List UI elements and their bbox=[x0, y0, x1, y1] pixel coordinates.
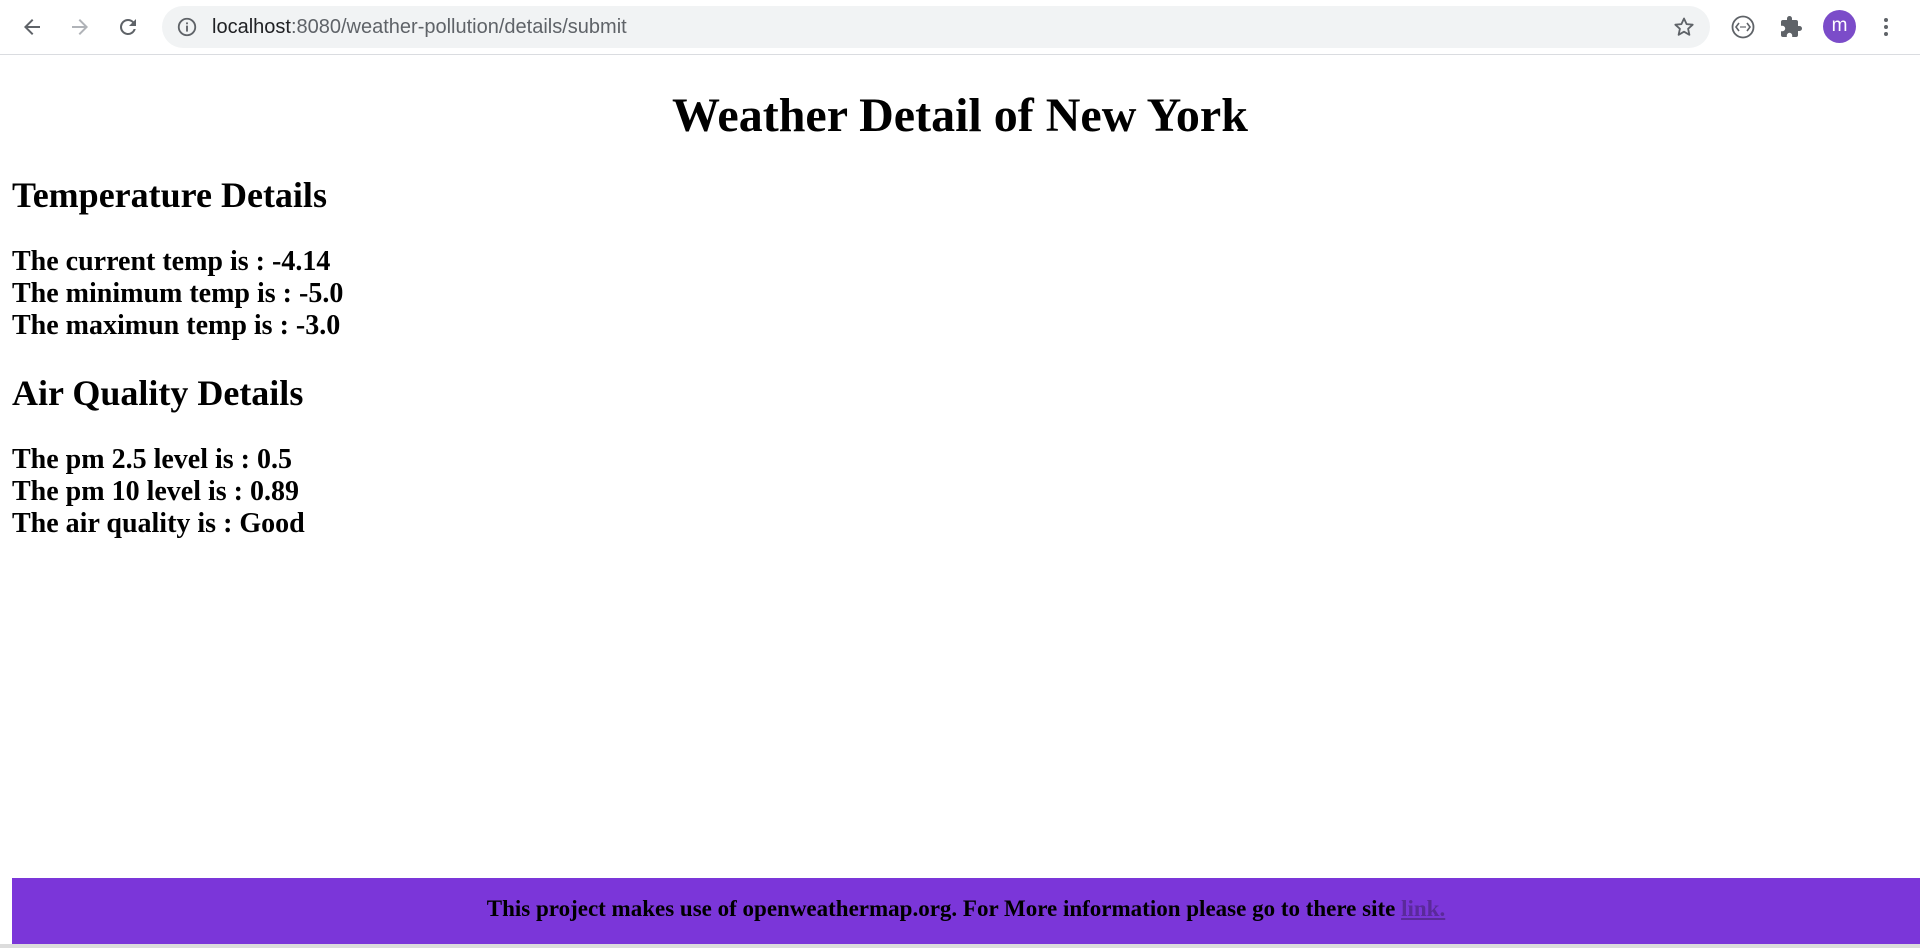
kebab-menu-icon bbox=[1884, 18, 1888, 36]
forward-button[interactable] bbox=[62, 9, 98, 45]
pm25-line: The pm 2.5 level is : 0.5 bbox=[12, 444, 292, 475]
reload-icon bbox=[120, 18, 136, 35]
back-button[interactable] bbox=[14, 9, 50, 45]
extensions-button[interactable] bbox=[1773, 9, 1809, 45]
air-quality-line: The air quality is : Good bbox=[12, 508, 305, 539]
page-title: Weather Detail of New York bbox=[672, 89, 1248, 142]
reading-mode-button[interactable] bbox=[1725, 9, 1761, 45]
url-text[interactable]: localhost:8080/weather-pollution/details… bbox=[212, 6, 627, 48]
star-icon[interactable] bbox=[1672, 15, 1696, 39]
url-host: localhost bbox=[212, 16, 291, 38]
current-temp-line: The current temp is : -4.14 bbox=[12, 246, 331, 277]
pm10-line: The pm 10 level is : 0.89 bbox=[12, 476, 299, 507]
info-icon[interactable] bbox=[176, 16, 198, 38]
temperature-heading: Temperature Details bbox=[12, 175, 327, 215]
browser-menu-button[interactable] bbox=[1868, 9, 1904, 45]
back-arrow-icon bbox=[24, 19, 40, 35]
bottom-divider bbox=[0, 944, 1920, 948]
url-path: :8080/weather-pollution/details/submit bbox=[290, 16, 627, 38]
footer-link[interactable]: link. bbox=[1401, 896, 1445, 921]
air-quality-details: The pm 2.5 level is : 0.5 The pm 10 leve… bbox=[12, 444, 305, 540]
forward-arrow-icon bbox=[72, 19, 88, 35]
maximum-temp-line: The maximun temp is : -3.0 bbox=[12, 310, 341, 341]
minimum-temp-line: The minimum temp is : -5.0 bbox=[12, 278, 344, 309]
temperature-details: The current temp is : -4.14 The minimum … bbox=[12, 246, 343, 342]
address-bar[interactable]: localhost:8080/weather-pollution/details… bbox=[162, 6, 1710, 48]
profile-avatar[interactable]: m bbox=[1823, 10, 1856, 43]
footer-message: This project makes use of openweathermap… bbox=[486, 896, 1402, 921]
footer: This project makes use of openweathermap… bbox=[12, 878, 1920, 944]
reload-button[interactable] bbox=[110, 9, 146, 45]
reading-mode-icon bbox=[1731, 15, 1755, 39]
browser-toolbar: localhost:8080/weather-pollution/details… bbox=[0, 0, 1920, 55]
footer-text: This project makes use of openweathermap… bbox=[487, 878, 1445, 940]
extensions-puzzle-icon bbox=[1781, 16, 1802, 37]
air-quality-heading: Air Quality Details bbox=[12, 373, 304, 413]
